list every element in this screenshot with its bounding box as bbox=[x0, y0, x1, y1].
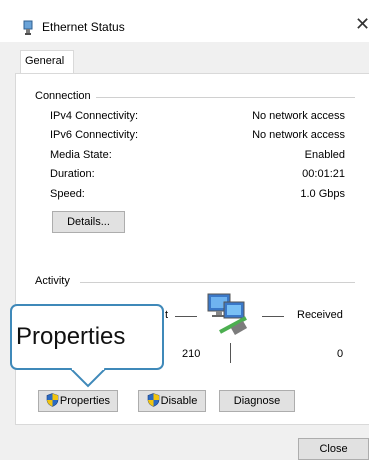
disable-button-label: Disable bbox=[160, 395, 198, 407]
connection-group-label: Connection bbox=[35, 90, 91, 102]
tab-general[interactable]: General bbox=[20, 50, 74, 73]
connection-divider bbox=[96, 97, 355, 98]
properties-button[interactable]: Properties bbox=[38, 390, 118, 412]
received-value: 0 bbox=[337, 348, 344, 360]
ethernet-status-window: Ethernet Status ✕ General Connection IPv… bbox=[0, 0, 369, 460]
details-button[interactable]: Details... bbox=[52, 211, 125, 233]
general-panel bbox=[15, 73, 369, 425]
diagnose-button[interactable]: Diagnose bbox=[219, 390, 295, 412]
callout-text: Properties bbox=[16, 323, 126, 350]
sent-value-fragment: 210 bbox=[182, 348, 201, 360]
sent-dash bbox=[175, 316, 197, 317]
properties-button-label: Properties bbox=[59, 395, 111, 407]
ipv4-label: IPv4 Connectivity: bbox=[50, 110, 139, 122]
ipv6-value: No network access bbox=[252, 129, 345, 141]
media-state-value: Enabled bbox=[304, 149, 345, 161]
uac-shield-icon bbox=[147, 393, 159, 407]
close-button[interactable]: Close bbox=[298, 438, 369, 460]
sent-label-fragment: t bbox=[165, 309, 169, 321]
network-computers-icon bbox=[207, 293, 248, 335]
ipv6-label: IPv6 Connectivity: bbox=[50, 129, 139, 141]
ipv4-value: No network access bbox=[252, 110, 345, 122]
received-dash bbox=[262, 316, 284, 317]
close-window-icon[interactable]: ✕ bbox=[355, 14, 369, 34]
duration-label: Duration: bbox=[50, 168, 95, 180]
network-adapter-icon bbox=[23, 20, 33, 35]
duration-value: 00:01:21 bbox=[302, 168, 345, 180]
window-title: Ethernet Status bbox=[42, 20, 125, 34]
media-state-label: Media State: bbox=[50, 149, 112, 161]
activity-group-label: Activity bbox=[35, 275, 70, 287]
speed-label: Speed: bbox=[50, 188, 85, 200]
activity-separator bbox=[230, 343, 231, 363]
title-bar: Ethernet Status ✕ bbox=[0, 0, 369, 42]
callout-pointer bbox=[70, 368, 106, 388]
uac-shield-icon bbox=[46, 393, 59, 407]
speed-value: 1.0 Gbps bbox=[300, 188, 345, 200]
disable-button[interactable]: Disable bbox=[138, 390, 206, 412]
received-label: Received bbox=[297, 309, 343, 321]
activity-divider bbox=[80, 282, 355, 283]
